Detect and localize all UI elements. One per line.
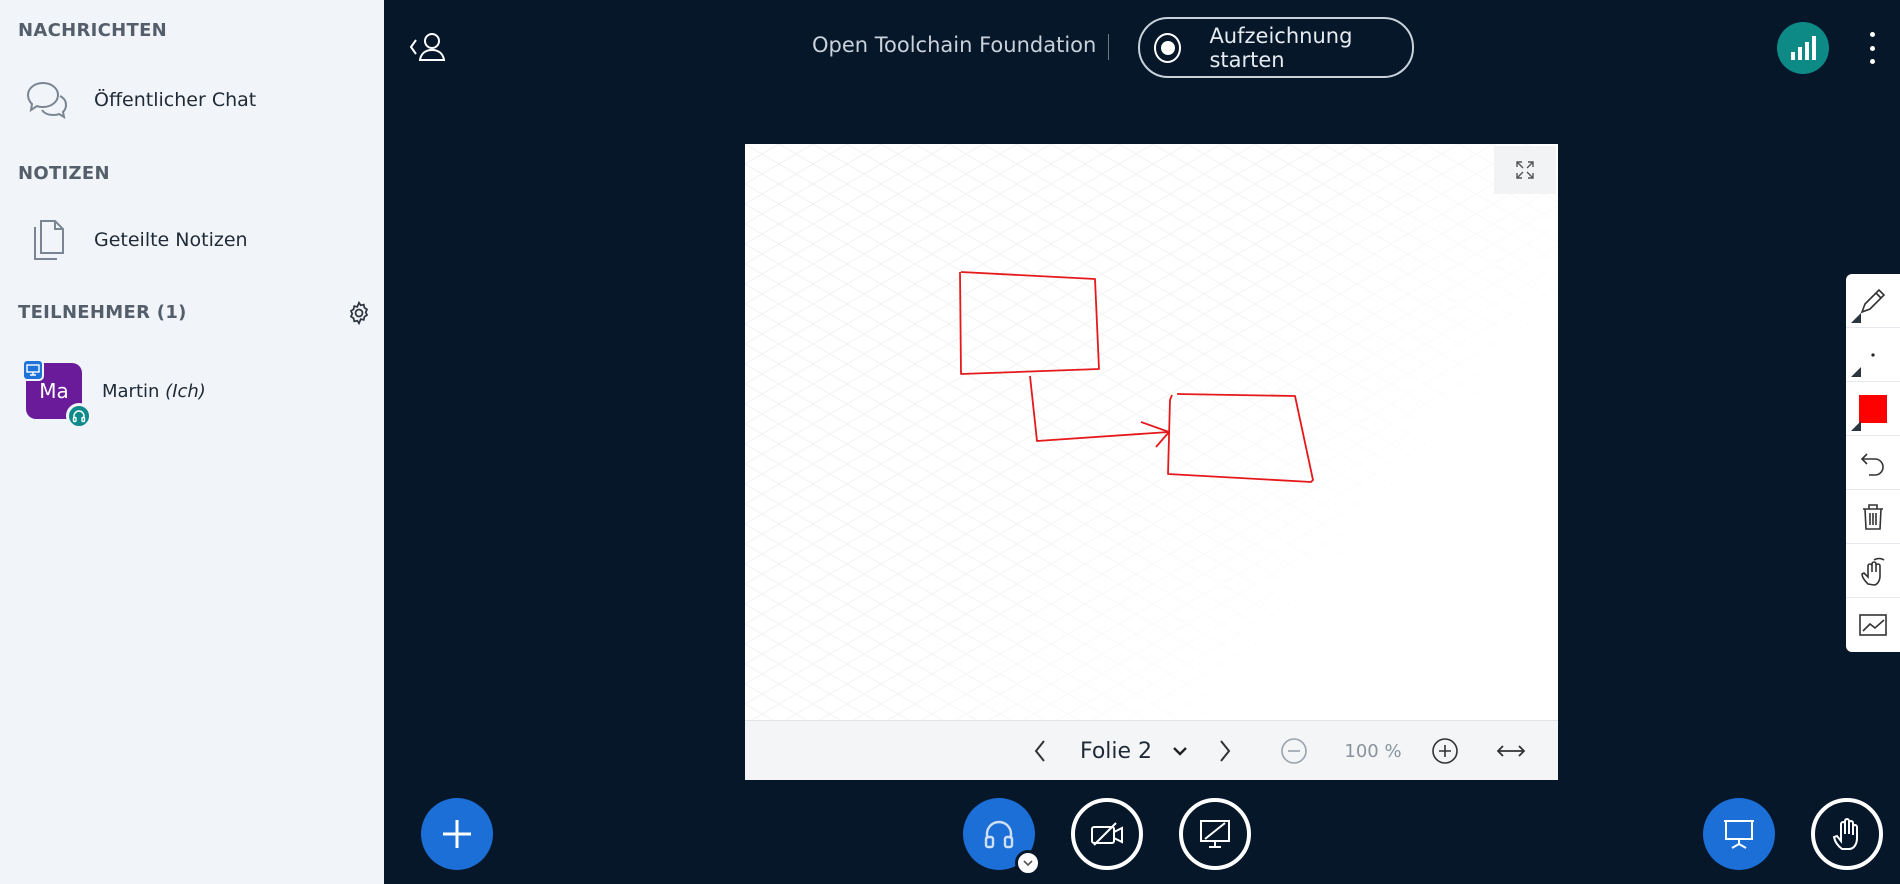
avatar: Ma [22, 359, 92, 429]
participant-name-text: Martin [102, 380, 160, 402]
start-recording-button[interactable]: Aufzeichnung starten [1138, 17, 1414, 78]
camera-off-icon[interactable] [1071, 798, 1143, 870]
zoom-label: 100 % [1344, 740, 1402, 762]
dot-icon[interactable] [1846, 328, 1900, 382]
hand-pan-icon[interactable] [1846, 544, 1900, 598]
zoom-in-icon[interactable] [1427, 733, 1463, 769]
record-icon [1154, 32, 1182, 63]
chevron-down-icon [1173, 747, 1187, 756]
chevron-left-icon [409, 39, 417, 55]
title-divider [1108, 34, 1109, 60]
trash-icon[interactable] [1846, 490, 1900, 544]
pencil-icon[interactable] [1846, 274, 1900, 328]
headphones-icon [66, 403, 92, 429]
raise-hand-icon[interactable] [1811, 798, 1883, 870]
avatar-initials: Ma [39, 379, 69, 403]
chevron-left-icon[interactable] [1025, 733, 1055, 769]
slide-label: Folie 2 [1079, 738, 1153, 764]
notes-section-title: NOTIZEN [18, 163, 110, 184]
whiteboard-toolbar [1846, 274, 1900, 652]
participant-row[interactable]: Ma Martin (Ich) [22, 356, 366, 429]
fit-width-icon[interactable] [1491, 733, 1531, 769]
chat-icon [22, 75, 72, 125]
participant-name: Martin (Ich) [102, 381, 206, 402]
slide-controls: Folie 2 100 % [745, 720, 1558, 780]
whiteboard-slide[interactable] [745, 144, 1558, 720]
zoom-out-icon[interactable] [1276, 733, 1312, 769]
more-icon[interactable] [1864, 32, 1880, 64]
toggle-user-list-button[interactable] [406, 30, 450, 64]
plus-icon[interactable] [421, 798, 493, 870]
sidebar: NACHRICHTEN Öffentlicher Chat NOTIZEN Ge… [0, 0, 384, 884]
slide-select[interactable]: Folie 2 [1079, 733, 1189, 769]
meeting-title: Open Toolchain Foundation [812, 33, 1097, 57]
zoom-level: 100 % [1333, 733, 1413, 769]
signal-icon[interactable] [1777, 22, 1829, 74]
undo-icon[interactable] [1846, 436, 1900, 490]
whiteboard-multiuser-icon[interactable] [1846, 598, 1900, 652]
notes-icon [22, 215, 72, 265]
presentation-icon[interactable] [1703, 798, 1775, 870]
color-swatch-icon[interactable] [1846, 382, 1900, 436]
gear-icon[interactable] [346, 300, 372, 326]
screenshare-off-icon[interactable] [1179, 798, 1251, 870]
shared-notes-item[interactable]: Geteilte Notizen [22, 212, 362, 268]
shared-notes-label: Geteilte Notizen [94, 229, 248, 251]
presenter-icon [22, 359, 44, 381]
chevron-right-icon[interactable] [1210, 733, 1240, 769]
presentation-area: Folie 2 100 % [745, 144, 1558, 780]
participant-self-tag: (Ich) [165, 380, 206, 402]
public-chat-label: Öffentlicher Chat [94, 89, 257, 111]
messages-section-title: NACHRICHTEN [18, 20, 168, 41]
fullscreen-icon[interactable] [1494, 146, 1556, 194]
record-label: Aufzeichnung starten [1209, 23, 1353, 72]
participants-section-title: TEILNEHMER (1) [18, 302, 187, 323]
chevron-down-icon[interactable] [1015, 850, 1041, 876]
headphones-icon[interactable] [963, 798, 1041, 876]
public-chat-item[interactable]: Öffentlicher Chat [22, 72, 362, 128]
